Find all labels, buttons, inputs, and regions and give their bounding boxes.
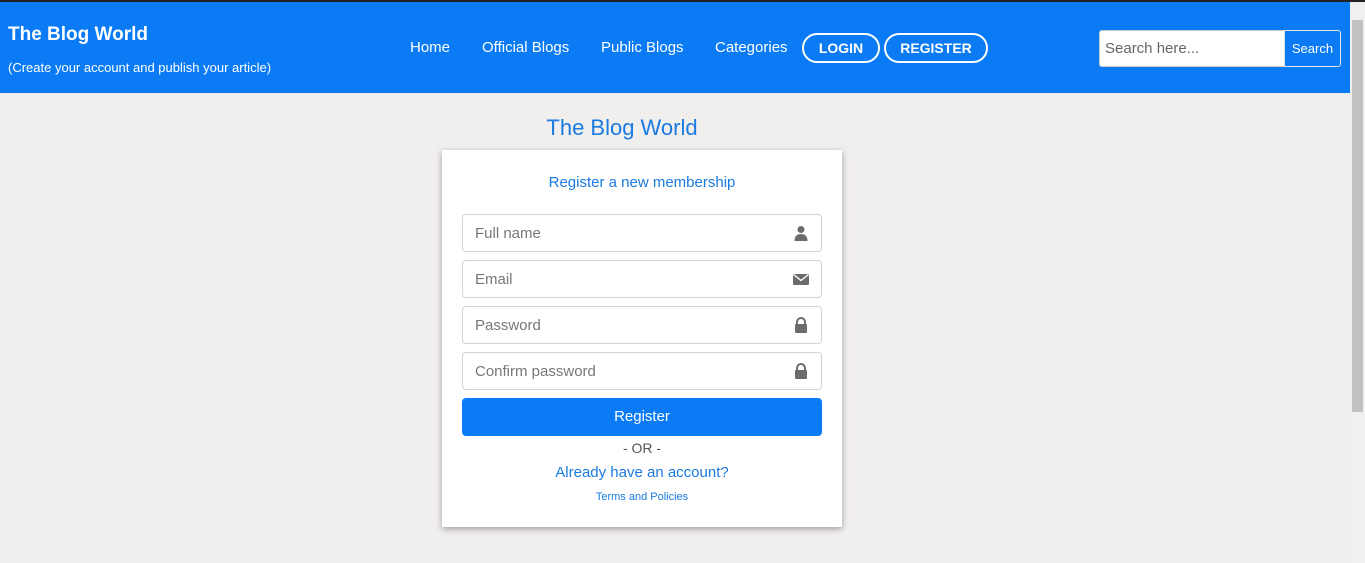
scrollbar-thumb[interactable]: [1352, 20, 1363, 412]
register-button[interactable]: Register: [462, 398, 822, 436]
terms-link[interactable]: Terms and Policies: [442, 491, 842, 503]
envelope-icon: [793, 273, 809, 285]
login-button[interactable]: LOGIN: [802, 33, 880, 63]
or-divider: - OR -: [622, 440, 662, 456]
already-have-account-link[interactable]: Already have an account?: [442, 464, 842, 481]
password-field: [462, 306, 822, 344]
page-title[interactable]: The Blog World: [442, 115, 802, 141]
scrollbar[interactable]: [1350, 2, 1365, 563]
lock-icon: [795, 317, 807, 333]
email-input[interactable]: [463, 261, 783, 297]
nav-categories[interactable]: Categories: [715, 39, 788, 56]
search-button[interactable]: Search: [1284, 30, 1341, 67]
lock-icon: [795, 363, 807, 379]
nav-public-blogs[interactable]: Public Blogs: [601, 39, 684, 56]
confirm-password-input[interactable]: [463, 353, 783, 389]
search-input[interactable]: [1099, 30, 1285, 67]
card-message: Register a new membership: [548, 174, 736, 191]
confirm-password-field: [462, 352, 822, 390]
brand-title[interactable]: The Blog World: [8, 24, 148, 46]
user-icon: [794, 226, 808, 241]
full-name-field: [462, 214, 822, 252]
nav-official-blogs[interactable]: Official Blogs: [482, 39, 569, 56]
email-field: [462, 260, 822, 298]
password-input[interactable]: [463, 307, 783, 343]
full-name-input[interactable]: [463, 215, 783, 251]
register-card: Register a new membership Register - OR …: [442, 150, 842, 527]
register-nav-button[interactable]: REGISTER: [884, 33, 988, 63]
brand-subtitle: (Create your account and publish your ar…: [8, 60, 272, 75]
top-navbar: The Blog World (Create your account and …: [0, 2, 1350, 93]
nav-home[interactable]: Home: [410, 39, 450, 56]
